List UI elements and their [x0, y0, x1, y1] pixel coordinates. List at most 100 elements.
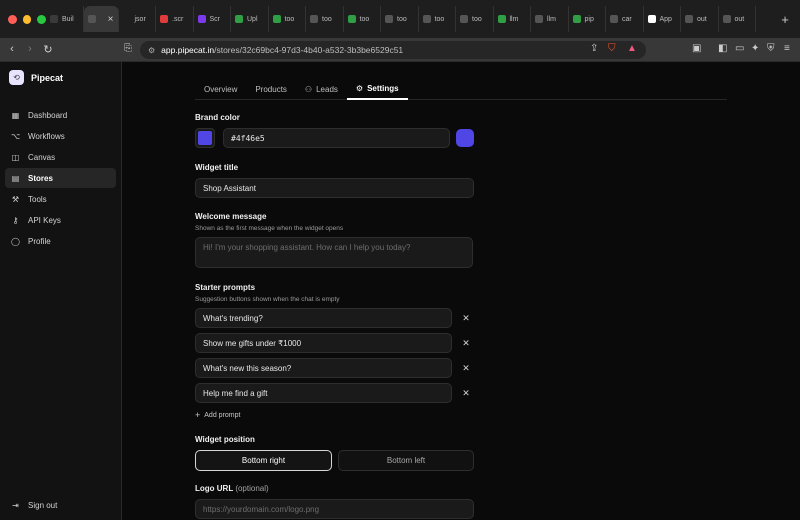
share-icon[interactable]: ⇪ [590, 43, 598, 54]
wallet-icon[interactable]: ▭ [735, 43, 744, 54]
tab-favicon-icon [347, 15, 356, 23]
browser-tab[interactable]: out [681, 6, 719, 32]
tab-title: out [734, 15, 745, 23]
tab-title: too [472, 15, 482, 23]
brave-shield-icon[interactable]: ⛉ [608, 43, 616, 54]
browser-tab[interactable]: out [719, 6, 756, 32]
sidebar-item-stores[interactable]: ▤ Stores [5, 168, 116, 188]
back-icon[interactable]: ‹ [4, 43, 20, 56]
sign-out-icon: ⇥ [12, 500, 19, 510]
sidebar-item-tools[interactable]: ⚒ Tools [5, 189, 116, 209]
sidebar-toggle-icon[interactable]: ◧ [718, 43, 727, 54]
sidebar-item-api-keys[interactable]: ⚷ API Keys [5, 210, 116, 230]
tab-favicon-icon [647, 15, 656, 23]
tab-favicon-icon [385, 15, 393, 23]
browser-tab[interactable]: App [644, 6, 681, 32]
grid-icon: ▦ [11, 110, 20, 120]
remove-prompt-icon[interactable]: ✕ [461, 313, 471, 324]
sidebar-item-canvas[interactable]: ◫ Canvas [5, 147, 116, 167]
pipecat-logo-icon: ⟲ [9, 70, 24, 85]
brave-rewards-icon[interactable]: ▲ [627, 43, 637, 54]
starter-prompt-input[interactable]: What's trending? [195, 308, 452, 328]
browser-tab[interactable]: too [306, 6, 344, 32]
logo-url-input[interactable]: https://yourdomain.com/logo.png [195, 499, 474, 519]
add-prompt-button[interactable]: + Add prompt [195, 410, 240, 420]
welcome-message-label: Welcome message [195, 212, 267, 221]
sidebar-item-label: API Keys [28, 215, 61, 225]
starter-prompt-input[interactable]: Show me gifts under ₹1000 [195, 333, 452, 353]
browser-tab[interactable]: llm [494, 6, 531, 32]
remove-prompt-icon[interactable]: ✕ [461, 338, 471, 349]
brand-name: Pipecat [31, 72, 64, 83]
color-picker-button[interactable] [195, 128, 215, 148]
tab-title: too [359, 15, 370, 23]
browser-tab[interactable]: Buil [46, 6, 84, 32]
tab-favicon-icon [422, 15, 431, 23]
minimize-window-button[interactable] [22, 14, 32, 24]
tab-favicon-icon [685, 15, 693, 23]
close-tab-icon[interactable]: × [108, 14, 114, 25]
remove-prompt-icon[interactable]: ✕ [461, 363, 471, 374]
tab-favicon-icon [87, 15, 96, 23]
tab-title: jsor [134, 15, 146, 23]
tab-label: Leads [316, 84, 338, 94]
position-bottom-left-button[interactable]: Bottom left [338, 450, 474, 471]
widget-title-input[interactable]: Shop Assistant [195, 178, 474, 198]
browser-tab[interactable]: llm [531, 6, 569, 32]
tab-overview[interactable]: Overview [195, 78, 246, 100]
tab-favicon-icon [610, 15, 618, 23]
sidebar-item-dashboard[interactable]: ▦ Dashboard [5, 105, 116, 125]
main-content: Overview Products ⚇ Leads ⚙ Settings Brand co… [123, 62, 800, 520]
browser-tab[interactable]: car [606, 6, 644, 32]
sidebar-item-profile[interactable]: ◯ Profile [5, 231, 116, 251]
remove-prompt-icon[interactable]: ✕ [461, 388, 471, 399]
sidebar-item-workflows[interactable]: ⌥ Workflows [5, 126, 116, 146]
new-tab-button[interactable]: + [770, 12, 800, 27]
sidebar-item-label: Canvas [28, 152, 56, 162]
color-preview [456, 129, 474, 147]
browser-tab[interactable]: too [419, 6, 456, 32]
maximize-window-button[interactable] [37, 14, 47, 24]
site-info-icon[interactable]: ⚙ [148, 46, 155, 55]
sign-out-button[interactable]: ⇥ Sign out [5, 496, 57, 514]
tab-title: App [659, 15, 672, 23]
browser-tab[interactable]: too [269, 6, 306, 32]
browser-tab[interactable]: too [344, 6, 381, 32]
welcome-message-textarea[interactable]: Hi! I'm your shopping assistant. How can… [195, 237, 473, 268]
window-controls [0, 14, 47, 24]
starter-prompt-input[interactable]: What's new this season? [195, 358, 452, 378]
starter-prompt-input[interactable]: Help me find a gift [195, 383, 452, 403]
bookmark-icon[interactable]: ⎘ [124, 43, 132, 54]
color-swatch [198, 131, 212, 145]
position-bottom-right-button[interactable]: Bottom right [195, 450, 332, 471]
close-window-button[interactable] [8, 14, 17, 24]
sign-out-label: Sign out [28, 500, 58, 510]
browser-tab[interactable]: jsor [119, 6, 156, 32]
starter-prompts-label: Starter prompts [195, 283, 256, 292]
store-icon: ▤ [11, 173, 20, 183]
browser-tab[interactable]: .scr [156, 6, 194, 32]
menu-icon[interactable]: ≡ [784, 43, 790, 54]
leo-ai-icon[interactable]: ✦ [751, 43, 759, 54]
browser-tab[interactable]: pip [569, 6, 606, 32]
browser-tab[interactable]: × [83, 6, 119, 32]
browser-tab[interactable]: too [456, 6, 494, 32]
forward-icon[interactable]: › [22, 43, 38, 56]
key-icon: ⚷ [12, 215, 19, 225]
brand[interactable]: ⟲ Pipecat [0, 62, 121, 93]
address-bar[interactable]: ⚙ app.pipecat.in/stores/32c69bc4-97d3-4b… [140, 41, 646, 59]
tab-title: Buil [62, 15, 74, 23]
tab-leads[interactable]: ⚇ Leads [296, 78, 347, 100]
tab-title: out [697, 15, 707, 23]
sidebar-item-label: Stores [28, 173, 53, 183]
reload-icon[interactable]: ↻ [40, 43, 56, 56]
brand-color-input[interactable]: #4f46e5 [223, 128, 450, 148]
tab-products[interactable]: Products [246, 78, 296, 100]
browser-tab[interactable]: too [381, 6, 419, 32]
tab-settings[interactable]: ⚙ Settings [346, 78, 408, 100]
tab-title: llm [509, 15, 519, 23]
browser-tab[interactable]: Upl [231, 6, 269, 32]
vpn-icon[interactable]: ⛨ [767, 43, 775, 54]
screenshot-icon[interactable]: ▣ [692, 43, 701, 54]
browser-tab[interactable]: Scr [194, 6, 231, 32]
